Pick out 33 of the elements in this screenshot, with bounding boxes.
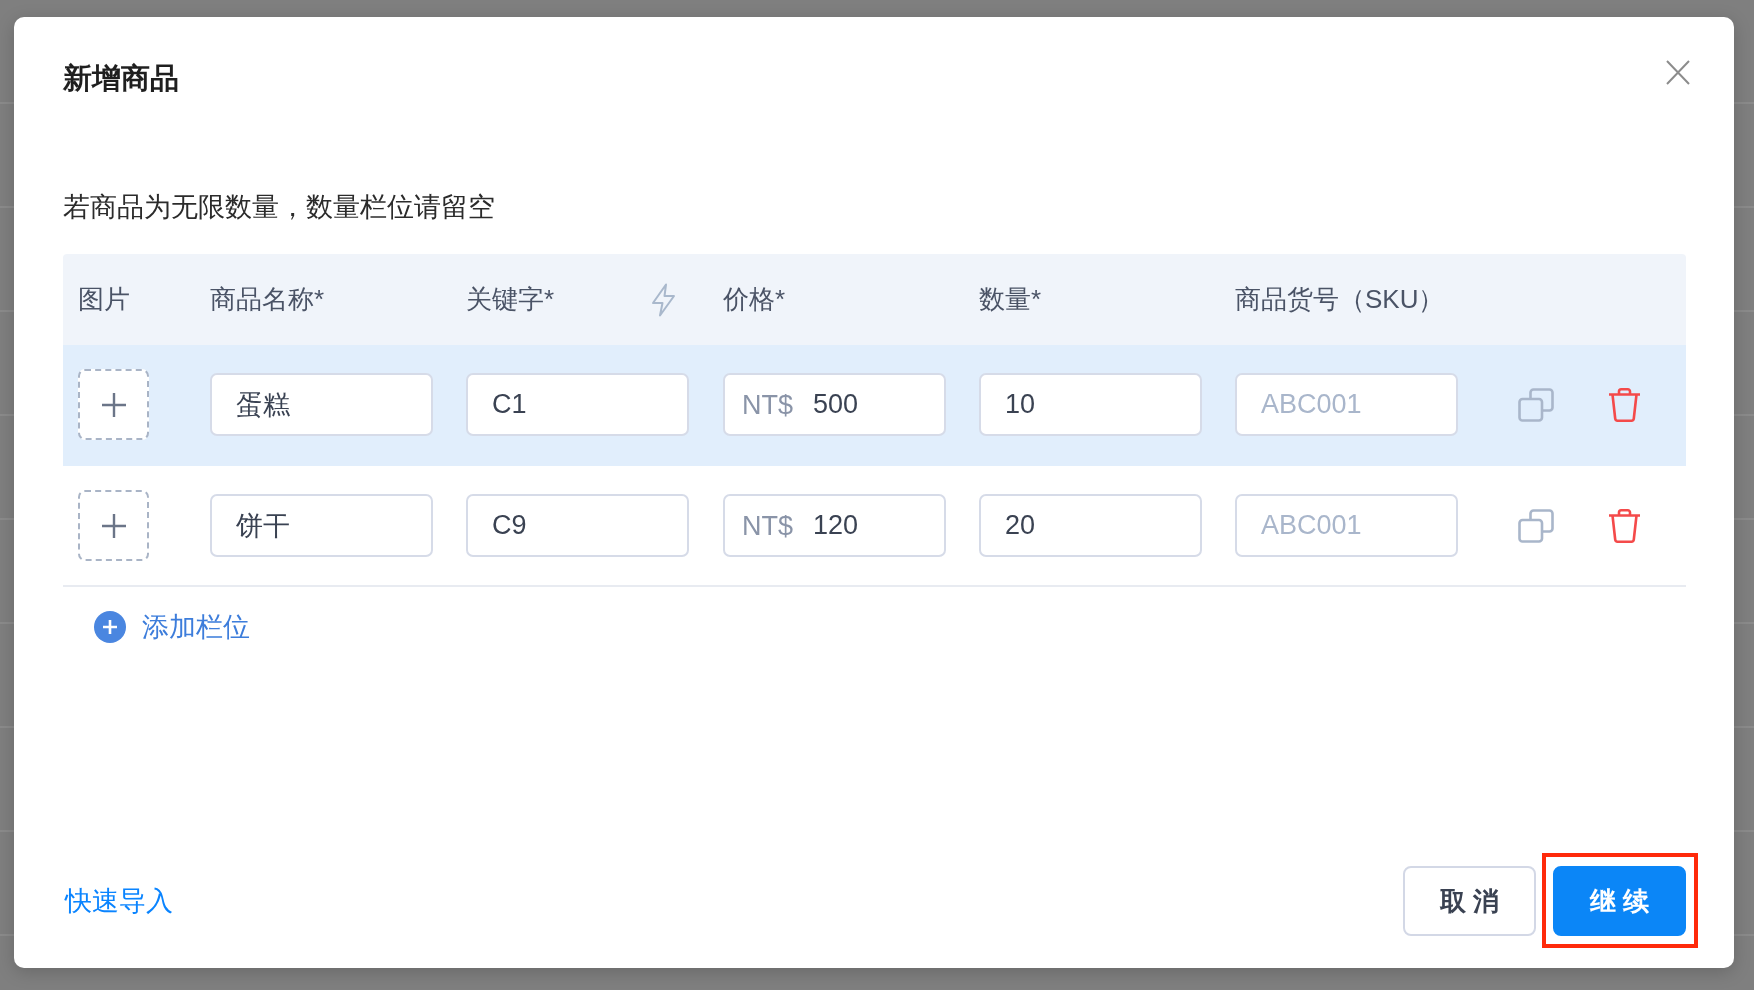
column-header: 商品名称* bbox=[210, 283, 325, 316]
name-field[interactable]: 蛋糕 bbox=[210, 373, 433, 436]
quantity-field[interactable]: 10 bbox=[979, 373, 1202, 436]
copy-icon[interactable] bbox=[1518, 387, 1554, 422]
image-upload-button[interactable] bbox=[78, 369, 149, 440]
sku-field[interactable]: ABC001 bbox=[1235, 373, 1458, 436]
plus-icon bbox=[101, 513, 126, 538]
name-field[interactable]: 饼干 bbox=[210, 494, 433, 557]
lightning-bolt-icon[interactable] bbox=[651, 282, 676, 317]
quantity-field[interactable]: 20 bbox=[979, 494, 1202, 557]
column-header: 关键字* bbox=[466, 283, 555, 316]
quick-import-link[interactable]: 快速导入 bbox=[63, 883, 173, 919]
sku-field[interactable]: ABC001 bbox=[1235, 494, 1458, 557]
copy-icon[interactable] bbox=[1518, 508, 1554, 543]
close-icon[interactable] bbox=[1666, 60, 1690, 85]
dialog-title: 新增商品 bbox=[63, 61, 179, 96]
add-field-link[interactable]: 添加栏位 bbox=[94, 609, 250, 645]
currency-prefix: NT$ bbox=[742, 509, 793, 542]
keyword-field[interactable]: C9 bbox=[466, 494, 689, 557]
column-header: 图片 bbox=[78, 283, 130, 316]
column-header: 价格* bbox=[723, 283, 786, 316]
plus-circle-icon bbox=[94, 611, 126, 643]
cancel-button[interactable]: 取 消 bbox=[1403, 866, 1536, 936]
image-upload-button[interactable] bbox=[78, 490, 149, 561]
currency-prefix: NT$ bbox=[742, 388, 793, 421]
column-header: 数量* bbox=[979, 283, 1042, 316]
column-header: 商品货号（SKU） bbox=[1235, 283, 1445, 316]
plus-icon bbox=[101, 392, 126, 417]
continue-button[interactable]: 继 续 bbox=[1553, 866, 1686, 936]
hint-text: 若商品为无限数量，数量栏位请留空 bbox=[63, 191, 495, 224]
trash-icon[interactable] bbox=[1608, 508, 1641, 543]
keyword-field[interactable]: C1 bbox=[466, 373, 689, 436]
trash-icon[interactable] bbox=[1608, 387, 1641, 422]
